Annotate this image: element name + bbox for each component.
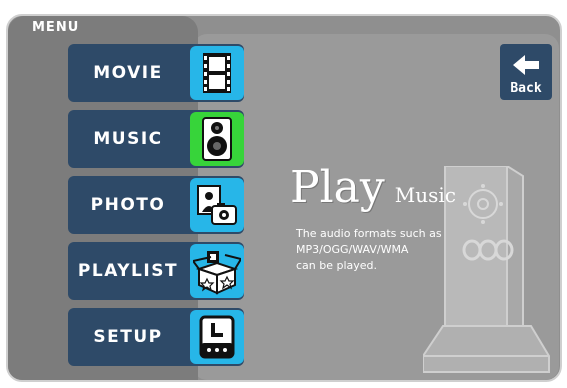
menu-item-music[interactable]: MUSIC (68, 110, 244, 168)
menu-item-label: MOVIE (93, 63, 163, 83)
description-line: The audio formats such as (296, 227, 442, 240)
menu-item-label: PLAYLIST (77, 261, 179, 281)
menu-item-label: PHOTO (90, 195, 166, 215)
menu-item-setup[interactable]: SETUP (68, 308, 244, 366)
box-icon (190, 244, 244, 298)
music-subheading: Music (394, 183, 457, 207)
content-description: The audio formats such as MP3/OGG/WAV/WM… (296, 226, 496, 274)
menu-item-label: MUSIC (93, 129, 163, 149)
menu-item-photo[interactable]: PHOTO (68, 176, 244, 234)
back-button[interactable]: Back (500, 44, 552, 100)
menu-item-playlist[interactable]: PLAYLIST (68, 242, 244, 300)
back-arrow-icon (511, 53, 541, 81)
film-icon (190, 46, 244, 100)
back-label: Back (510, 81, 542, 96)
play-heading: Play (290, 162, 385, 213)
menu-item-movie[interactable]: MOVIE (68, 44, 244, 102)
clock-settings-icon (190, 310, 244, 364)
app-frame: MENU MOVIE MUSIC PHOTO PLAYLIST SETUP Ba… (6, 14, 562, 382)
menu-item-label: SETUP (93, 327, 163, 347)
description-line: can be played. (296, 259, 378, 272)
description-line: MP3/OGG/WAV/WMA (296, 243, 409, 256)
photo-camera-icon (190, 178, 244, 232)
content-title: Play Music (290, 162, 456, 213)
menu-title: MENU (32, 20, 80, 35)
speaker-icon (190, 112, 244, 166)
